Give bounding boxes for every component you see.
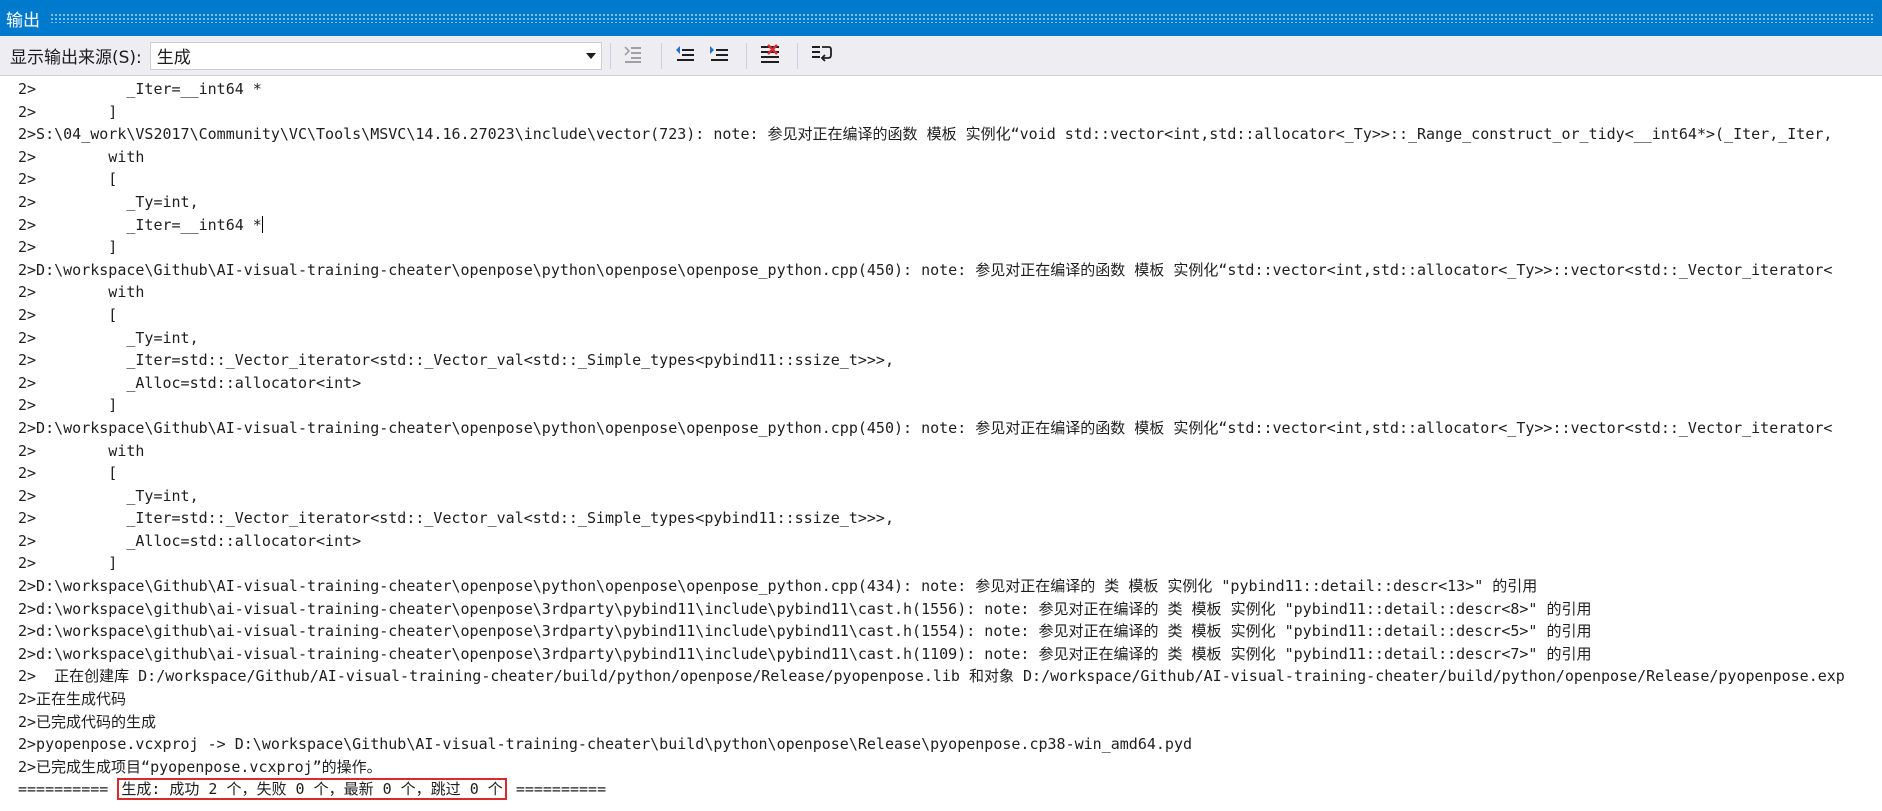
output-line: 2>D:\workspace\Github\AI-visual-training…	[18, 259, 1845, 282]
output-line-text: 2> ]	[18, 396, 118, 415]
output-line: 2>正在生成代码	[18, 688, 1845, 711]
output-line-text: 2>D:\workspace\Github\AI-visual-training…	[18, 577, 1538, 596]
output-line: 2> [	[18, 304, 1845, 327]
output-line: 2> _Iter=std::_Vector_iterator<std::_Vec…	[18, 507, 1845, 530]
output-line: 2> ]	[18, 552, 1845, 575]
output-line: 2> _Ty=int,	[18, 191, 1845, 214]
toolbar-separator	[745, 42, 747, 69]
toolbar-separator	[796, 42, 798, 69]
output-line: 2>d:\workspace\github\ai-visual-training…	[18, 598, 1845, 621]
output-line: 2> _Iter=__int64 *	[18, 214, 1845, 237]
output-source-dropdown[interactable]: 生成	[149, 41, 602, 70]
chevron-down-icon[interactable]	[581, 43, 601, 69]
output-line-text: 2> 正在创建库 D:/workspace/Github/AI-visual-t…	[18, 667, 1845, 686]
output-line-text: 2> _Iter=__int64 *	[18, 215, 262, 234]
output-line: 2>pyopenpose.vcxproj -> D:\workspace\Git…	[18, 733, 1845, 756]
output-line: 2> ]	[18, 101, 1845, 124]
output-line: 2> with	[18, 281, 1845, 304]
output-line-text: 2> [	[18, 305, 118, 324]
output-line: 2> 正在创建库 D:/workspace/Github/AI-visual-t…	[18, 665, 1845, 688]
output-line: 2>d:\workspace\github\ai-visual-training…	[18, 643, 1845, 666]
output-line: 2>D:\workspace\Github\AI-visual-training…	[18, 417, 1845, 440]
output-line-text: 2>pyopenpose.vcxproj -> D:\workspace\Git…	[18, 735, 1192, 754]
output-line-text: 2>D:\workspace\Github\AI-visual-training…	[18, 260, 1833, 279]
output-line: 2> _Alloc=std::allocator<int>	[18, 372, 1845, 395]
build-summary-line: ========== 生成: 成功 2 个，失败 0 个，最新 0 个，跳过 0…	[18, 778, 1845, 801]
output-line: 2>已完成生成项目“pyopenpose.vcxproj”的操作。	[18, 756, 1845, 779]
output-line: 2> _Ty=int,	[18, 485, 1845, 508]
output-line: 2> [	[18, 168, 1845, 191]
output-line-text: 2> _Ty=int,	[18, 192, 199, 211]
find-message-icon	[623, 43, 645, 69]
previous-message-button[interactable]	[670, 41, 700, 71]
output-toolbar: 显示输出来源(S): 生成	[0, 36, 1882, 76]
next-message-button[interactable]	[704, 41, 734, 71]
output-line-text: 2> _Alloc=std::allocator<int>	[18, 373, 362, 392]
output-line: 2> with	[18, 146, 1845, 169]
toolbar-separator	[609, 42, 611, 69]
output-line-text: 2> ]	[18, 554, 118, 573]
output-line: 2> _Ty=int,	[18, 327, 1845, 350]
output-line-text: 2> _Alloc=std::allocator<int>	[18, 531, 362, 550]
toolbar-separator	[660, 42, 662, 69]
next-message-icon	[708, 43, 730, 69]
output-lines: 2> _Iter=__int64 * 2> ] 2>S:\04_work\VS201…	[18, 78, 1845, 801]
output-text-area[interactable]: 2> _Iter=__int64 * 2> ] 2>S:\04_work\VS201…	[0, 76, 1882, 811]
output-line-text: 2> ]	[18, 102, 118, 121]
output-line: 2>d:\workspace\github\ai-visual-training…	[18, 620, 1845, 643]
output-line: 2> with	[18, 440, 1845, 463]
word-wrap-icon	[810, 43, 832, 69]
output-line-text: 2> with	[18, 147, 145, 166]
output-line: 2> _Alloc=std::allocator<int>	[18, 530, 1845, 553]
output-source-value: 生成	[156, 48, 191, 68]
clear-all-button[interactable]	[755, 41, 785, 71]
output-line-text: 2>已完成代码的生成	[18, 712, 157, 731]
output-line-text: 2>d:\workspace\github\ai-visual-training…	[18, 622, 1592, 641]
output-line: 2>D:\workspace\Github\AI-visual-training…	[18, 575, 1845, 598]
output-line: 2> ]	[18, 236, 1845, 259]
output-line-text: 2> _Iter=__int64 *	[18, 80, 262, 98]
output-line-text: 2> with	[18, 283, 145, 302]
output-line-text: 2> with	[18, 441, 145, 460]
output-line-text: 2> [	[18, 464, 118, 483]
output-window: 输出 显示输出来源(S): 生成 2> _Iter=__int64 * 2>]…	[0, 0, 1882, 811]
title-grip[interactable]	[50, 13, 1874, 23]
output-line-text: 2>已完成生成项目“pyopenpose.vcxproj”的操作。	[18, 757, 382, 776]
output-line-text: 2>d:\workspace\github\ai-visual-training…	[18, 644, 1592, 663]
output-source-label: 显示输出来源(S):	[10, 48, 142, 68]
output-line: 2>已完成代码的生成	[18, 711, 1845, 734]
output-line-text: 2> _Iter=std::_Vector_iterator<std::_Vec…	[18, 509, 894, 528]
output-line: 2> ]	[18, 394, 1845, 417]
output-line-text: 2> _Ty=int,	[18, 328, 199, 347]
output-line-text: 2> _Ty=int,	[18, 486, 199, 505]
word-wrap-button[interactable]	[806, 41, 836, 71]
build-summary-highlight: 生成: 成功 2 个，失败 0 个，最新 0 个，跳过 0 个	[117, 778, 507, 801]
find-message-button[interactable]	[619, 41, 649, 71]
summary-prefix: ==========	[18, 780, 109, 799]
output-line-text: 2>S:\04_work\VS2017\Community\VC\Tools\M…	[18, 125, 1833, 144]
output-line-text: 2> ]	[18, 238, 118, 257]
title-bar[interactable]: 输出	[0, 0, 1882, 36]
output-line: 2> [	[18, 462, 1845, 485]
output-line-text: 2>正在生成代码	[18, 690, 127, 709]
output-line: 2> _Iter=std::_Vector_iterator<std::_Vec…	[18, 349, 1845, 372]
output-line-text: 2>D:\workspace\Github\AI-visual-training…	[18, 418, 1833, 437]
output-line: 2> _Iter=__int64 *	[18, 78, 1845, 101]
output-line-text: 2>d:\workspace\github\ai-visual-training…	[18, 599, 1592, 618]
output-line: 2>S:\04_work\VS2017\Community\VC\Tools\M…	[18, 123, 1845, 146]
output-line-text: 2> _Iter=std::_Vector_iterator<std::_Vec…	[18, 351, 894, 370]
clear-all-icon	[759, 43, 781, 69]
summary-suffix: ==========	[515, 780, 607, 799]
output-line-text: 2> [	[18, 170, 118, 189]
previous-message-icon	[674, 43, 696, 69]
text-caret	[261, 215, 263, 233]
window-title: 输出	[6, 10, 40, 31]
